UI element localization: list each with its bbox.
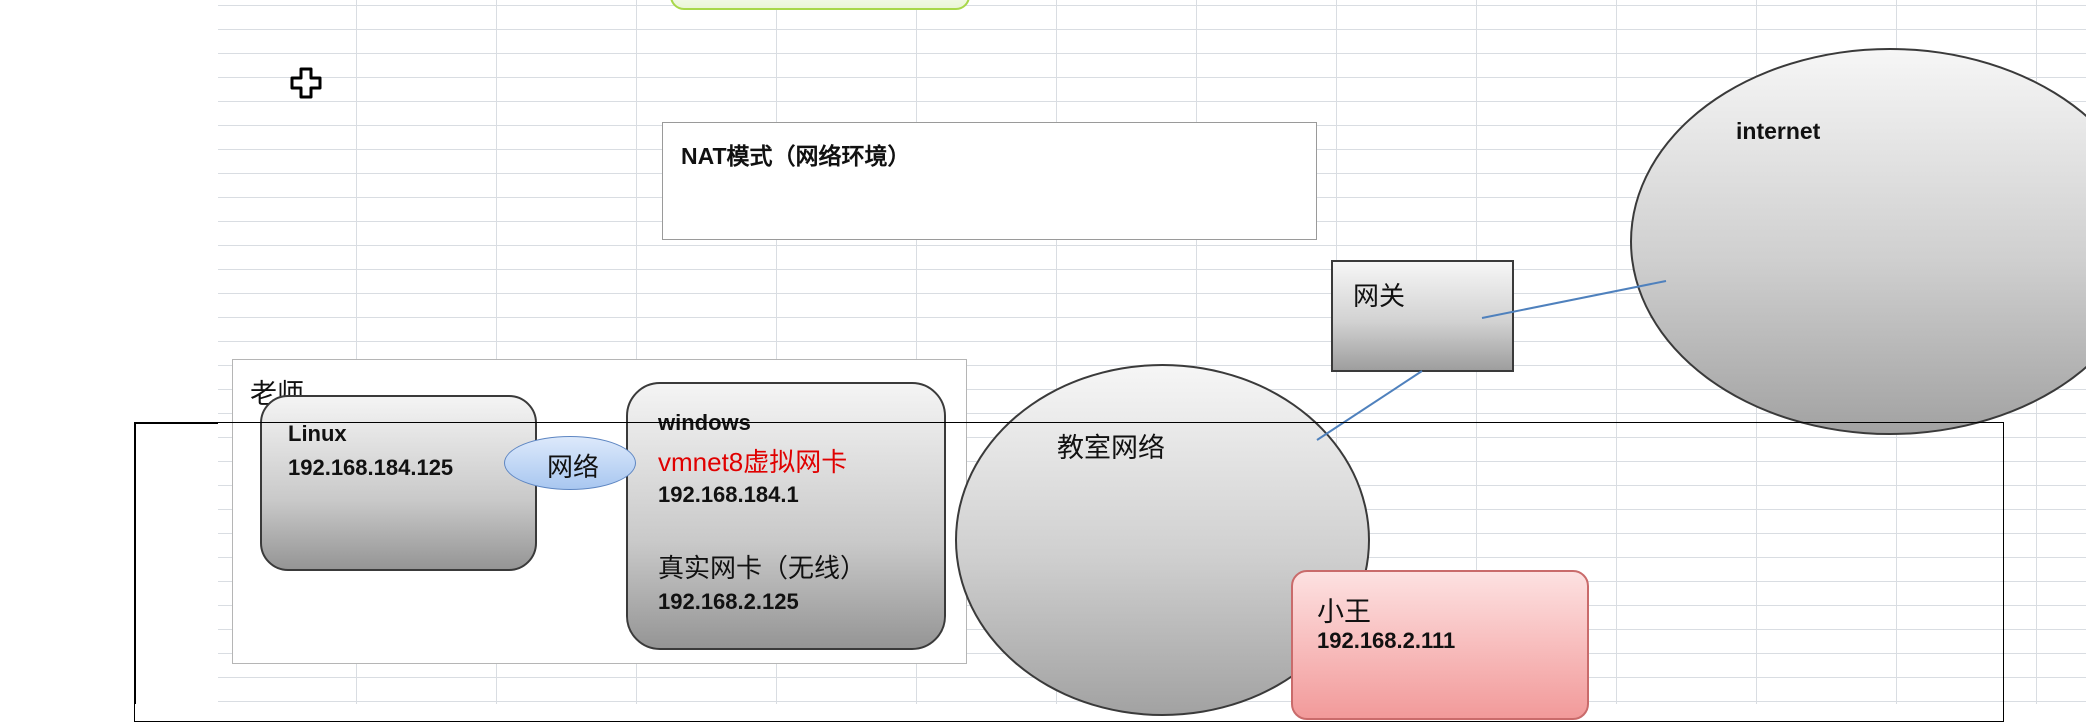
internet-label: internet xyxy=(1736,118,1821,144)
left-margin xyxy=(0,0,218,704)
outline-rectangle-left-edge xyxy=(134,422,218,424)
nat-mode-box[interactable]: NAT模式（网络环境） xyxy=(662,122,1317,240)
green-shape-partial[interactable] xyxy=(670,0,970,10)
gateway-box[interactable]: 网关 xyxy=(1331,260,1514,372)
outline-rectangle-left-side xyxy=(134,422,136,704)
gateway-label: 网关 xyxy=(1353,281,1406,311)
nat-mode-title: NAT模式（网络环境） xyxy=(681,143,911,169)
move-cursor-icon xyxy=(289,66,323,100)
outline-rectangle[interactable] xyxy=(134,422,2004,722)
